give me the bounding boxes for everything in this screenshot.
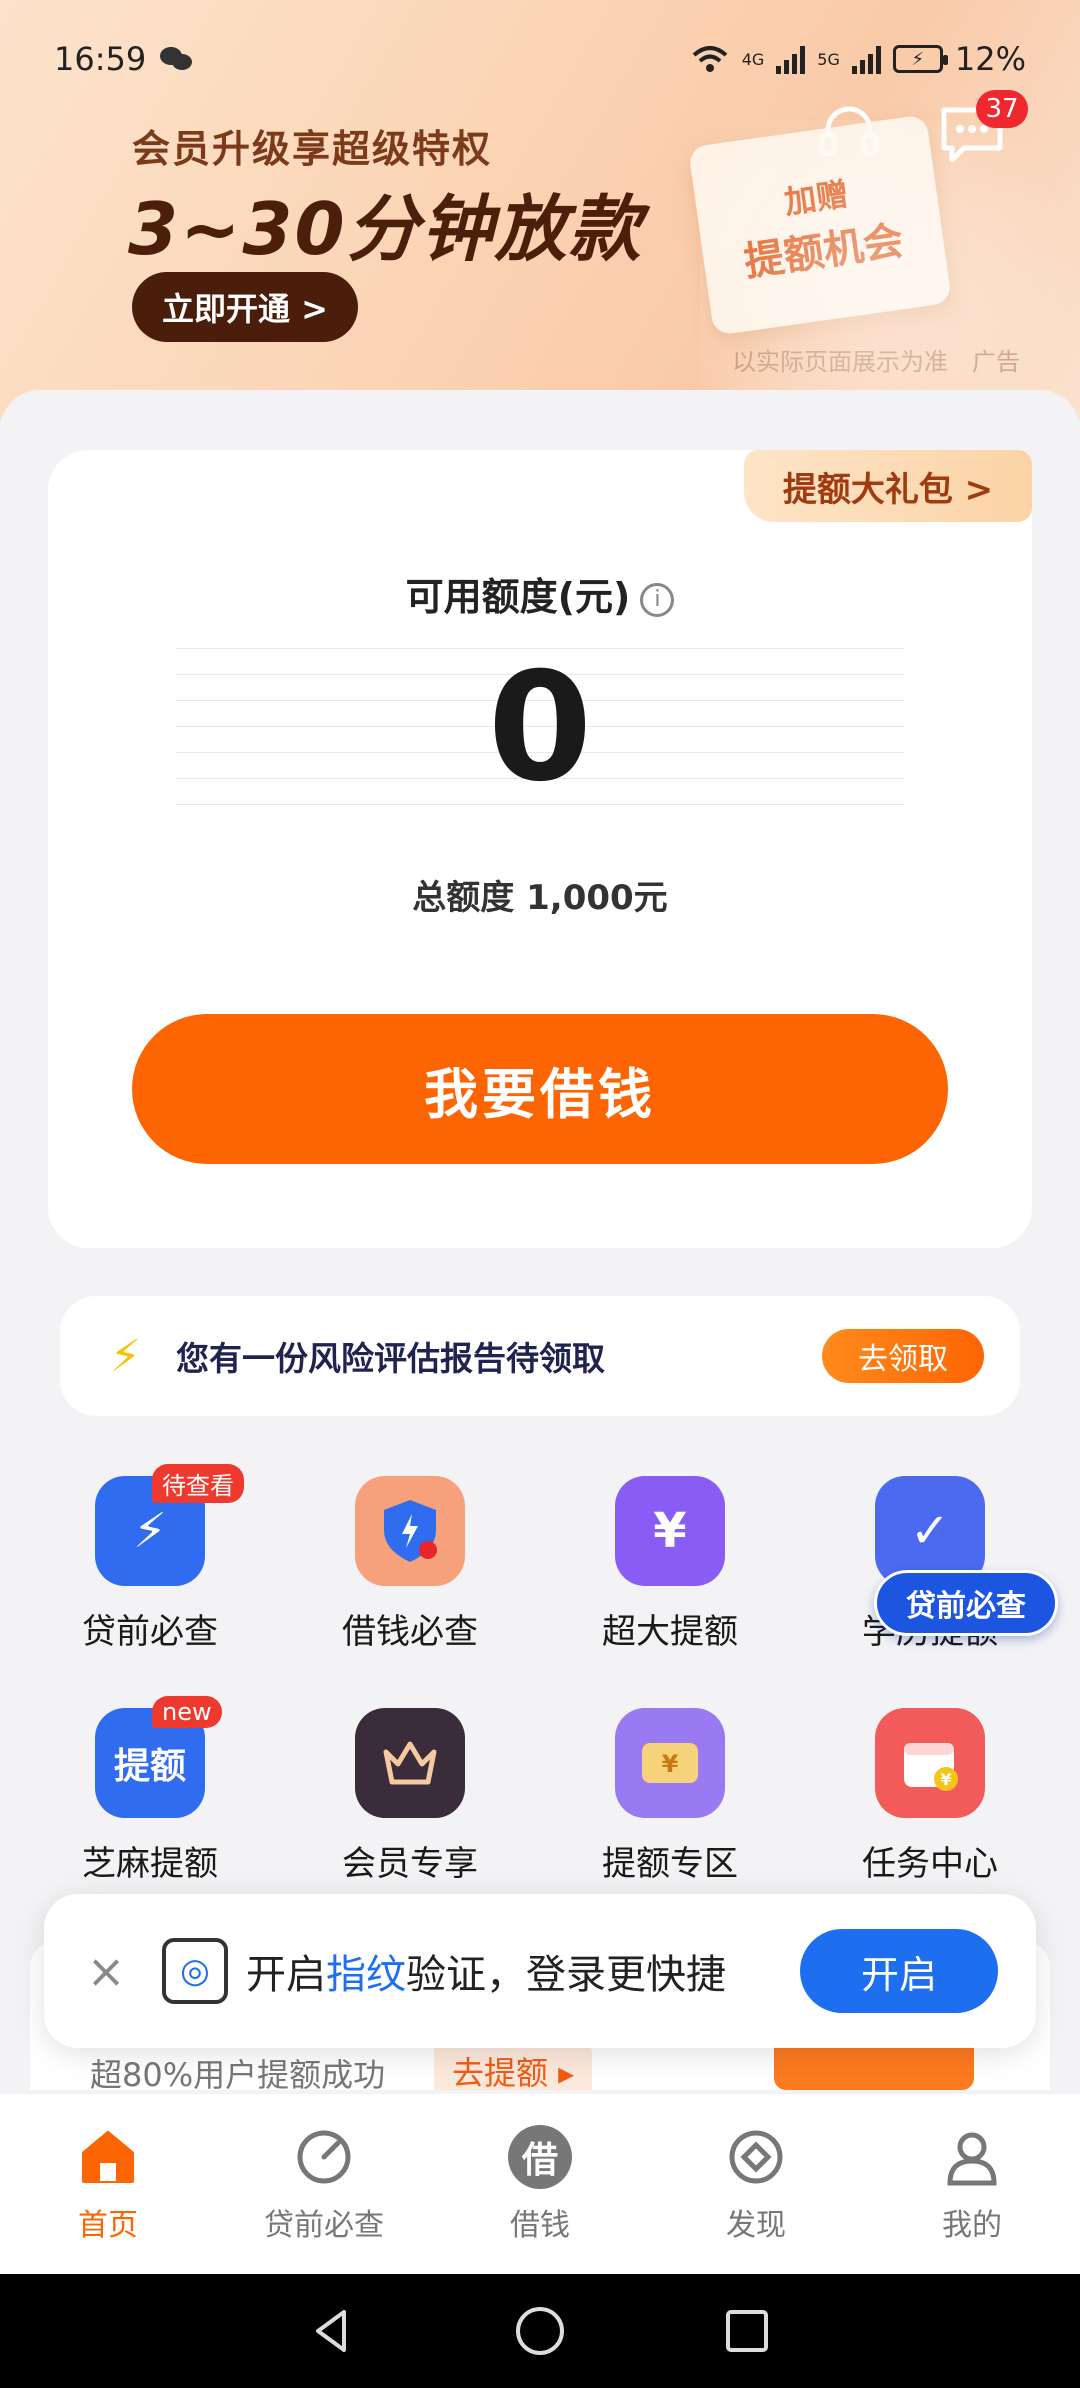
msg-part2: 验证，登录更快捷 [406, 1952, 726, 1998]
tab-discover[interactable]: 发现 [648, 2094, 864, 2274]
banner-title: 3~30分钟放款 [128, 187, 643, 271]
wechat-icon [160, 47, 193, 70]
tab-label: 我的 [942, 2208, 1002, 2243]
fingerprint-prompt: × ◎ 开启指纹验证，登录更快捷 开启 [44, 1894, 1036, 2048]
home-circle-icon[interactable] [513, 2304, 567, 2358]
crown-icon [355, 1708, 465, 1818]
risk-report-banner[interactable]: ⚡ 您有一份风险评估报告待领取 去领取 [60, 1296, 1020, 1416]
user-icon [939, 2124, 1005, 2190]
lightning-icon: ⚡ [110, 1330, 141, 1382]
pending-tag: 待查看 [152, 1464, 244, 1503]
gauge-icon [291, 2124, 357, 2190]
tab-label: 首页 [78, 2208, 138, 2243]
bonus-card-image: 加赠 提额机会 [687, 114, 953, 336]
promo-text: 超80%用户提额成功 [90, 2056, 386, 2090]
service-label: 提额专区 [602, 1844, 738, 1884]
available-credit-label: 可用额度(元) i [0, 566, 1080, 621]
service-borrow-check[interactable]: 借钱必查 [280, 1470, 540, 1702]
total-credit: 总额度 1,000元 [412, 878, 668, 918]
status-time: 16:59 [54, 40, 147, 78]
new-tag: new [152, 1696, 222, 1728]
wifi-icon [692, 46, 728, 72]
loan-precheck-float-badge[interactable]: 贷前必查 [874, 1570, 1058, 1636]
ad-disclaimer: 以实际页面展示为准 广告 [708, 342, 1020, 377]
tab-label: 发现 [726, 2208, 786, 2243]
msg-highlight: 指纹 [326, 1952, 406, 1998]
gift-box-icon: ¥ [615, 1476, 725, 1586]
risk-report-text: 您有一份风险评估报告待领取 [176, 1339, 605, 1378]
battery-percent: 12% [954, 40, 1026, 78]
compass-icon [723, 2124, 789, 2190]
borrow-button[interactable]: 我要借钱 [132, 1014, 948, 1164]
tab-label: 贷前必查 [264, 2208, 384, 2243]
tab-label: 借钱 [510, 2208, 570, 2243]
borrow-glyph: 借 [508, 2125, 572, 2189]
available-credit-text: 可用额度(元) [405, 575, 631, 619]
claim-report-button[interactable]: 去领取 [822, 1329, 984, 1383]
back-icon[interactable] [308, 2306, 358, 2356]
tab-loan-precheck[interactable]: 贷前必查 [216, 2094, 432, 2274]
wallet-icon: ¥ [615, 1708, 725, 1818]
service-label: 会员专享 [342, 1844, 478, 1884]
close-icon[interactable]: × [84, 1944, 128, 1998]
promo-banner[interactable]: 16:59 4G 5G ⚡ 12% 37 会员升级享超级特权 3~30分钟放款 … [0, 0, 1080, 420]
battery-icon: ⚡ [892, 45, 948, 73]
msg-part1: 开启 [246, 1952, 326, 1998]
svg-text:¥: ¥ [940, 1770, 951, 1789]
service-loan-precheck[interactable]: ⚡ 待查看 贷前必查 [20, 1464, 280, 1702]
signal-icon [851, 44, 881, 74]
recents-icon[interactable] [722, 2306, 772, 2356]
status-bar: 16:59 4G 5G ⚡ 12% [54, 34, 1026, 84]
bottom-tab-bar: 首页 贷前必查 借 借钱 发现 我的 [0, 2094, 1080, 2274]
raise-limit-button[interactable]: 去提额 ▸ [434, 2046, 593, 2090]
service-big-limit[interactable]: ¥ 超大提额 [540, 1470, 800, 1702]
open-membership-button[interactable]: 立即开通 > [132, 272, 358, 342]
bonus-card-line1: 加赠 [781, 174, 851, 222]
headset-icon[interactable] [814, 104, 884, 164]
home-icon [75, 2124, 141, 2190]
service-label: 任务中心 [862, 1844, 998, 1884]
network-5g-label: 5G [817, 49, 840, 69]
tab-home[interactable]: 首页 [0, 2094, 216, 2274]
system-navigation-bar [0, 2274, 1080, 2388]
service-label: 贷前必查 [82, 1612, 218, 1652]
borrow-icon: 借 [507, 2124, 573, 2190]
available-amount: 0 [487, 641, 593, 815]
ad-label: 广告 [972, 348, 1020, 376]
banner-subtitle: 会员升级享超级特权 [132, 127, 493, 171]
fingerprint-message: 开启指纹验证，登录更快捷 [246, 1942, 800, 2000]
disclaimer-text: 以实际页面展示为准 [732, 348, 948, 376]
signal-icon [776, 44, 806, 74]
shield-alert-icon [355, 1476, 465, 1586]
service-label: 超大提额 [602, 1612, 738, 1652]
service-label: 芝麻提额 [82, 1844, 218, 1884]
calendar-icon: ¥ [875, 1708, 985, 1818]
enable-fingerprint-button[interactable]: 开启 [800, 1929, 998, 2013]
tab-me[interactable]: 我的 [864, 2094, 1080, 2274]
tab-borrow[interactable]: 借 借钱 [432, 2094, 648, 2274]
info-icon[interactable]: i [640, 582, 675, 617]
message-count-badge: 37 [976, 90, 1028, 128]
service-grid: ⚡ 待查看 贷前必查 借钱必查 ¥ 超大提额 ✓ 学历提额 提额 new 芝麻提… [20, 1464, 1060, 1934]
bonus-card-line2: 提额机会 [741, 217, 907, 286]
fingerprint-icon: ◎ [162, 1938, 228, 2004]
limit-gift-pack-button[interactable]: 提额大礼包 > [744, 450, 1032, 522]
svg-text:¥: ¥ [662, 1750, 679, 1778]
network-4g-label: 4G [741, 49, 765, 69]
service-label: 借钱必查 [342, 1612, 478, 1652]
